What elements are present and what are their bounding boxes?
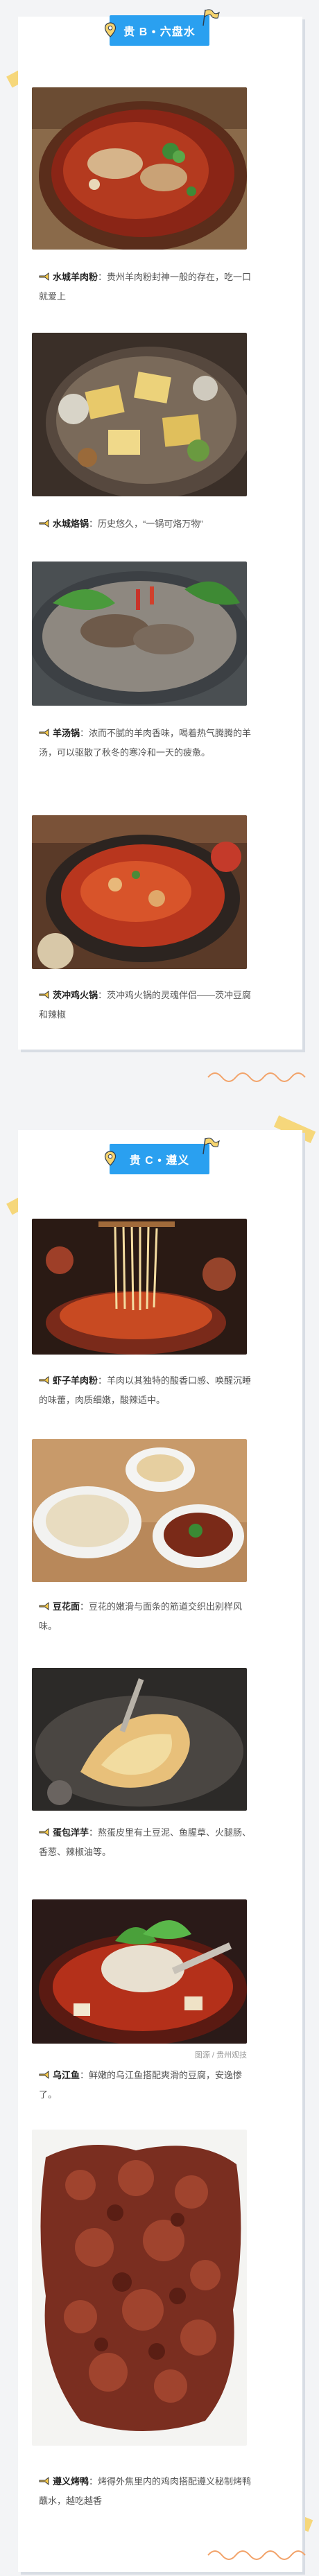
dish-name: 豆花面 [53, 1601, 80, 1612]
dish-name: 遵义烤鸭 [53, 2476, 89, 2487]
caption-item: 羊汤锅：浓而不腻的羊肉香味，喝着热气腾腾的羊汤，可以驱散了秋冬的寒冷和一天的疲惫… [39, 724, 259, 763]
pointing-hand-icon [39, 269, 50, 281]
pointing-hand-icon [39, 725, 50, 738]
wave-decoration [207, 1072, 306, 1082]
photo-wujiang-fish [32, 1899, 247, 2044]
caption-item: 水城羊肉粉：贵州羊肉粉封神一般的存在，吃一口就爱上 [39, 268, 259, 306]
caption-item: 乌江鱼：鲜嫩的乌江鱼搭配爽滑的豆腐，安逸惨了。 [39, 2066, 259, 2105]
pointing-hand-icon [39, 2067, 50, 2080]
dish-desc: ：历史悠久，“一锅可烙万物” [89, 519, 203, 529]
photo-lamb-noodle [32, 87, 247, 250]
photo-egg-potato [32, 1668, 247, 1811]
pointing-hand-icon [39, 2473, 50, 2486]
photo-roast-duck [32, 2130, 247, 2446]
location-pin-icon [103, 22, 118, 37]
photo-chicken-hotpot [32, 815, 247, 969]
dish-name: 水城羊肉粉 [53, 272, 98, 282]
photo-douhua-noodle [32, 1439, 247, 1582]
photo-lamb-soup [32, 562, 247, 706]
caption-item: 豆花面：豆花的嫩滑与面条的筋道交织出别样风味。 [39, 1597, 259, 1636]
dish-name: 茨冲鸡火锅 [53, 990, 98, 1000]
dish-name: 蛋包洋芋 [53, 1827, 89, 1838]
dish-name: 乌江鱼 [53, 2070, 80, 2080]
dish-name: 羊汤锅 [53, 728, 80, 738]
caption-item: 茨冲鸡火锅：茨冲鸡火锅的灵魂伴侣——茨冲豆腐和辣椒 [39, 986, 259, 1025]
flag-icon [201, 1137, 221, 1155]
section-badge: 贵 B • 六盘水 [104, 9, 220, 46]
location-pin-icon [103, 1151, 118, 1166]
dish-name: 水城烙锅 [53, 519, 89, 529]
caption-item: 水城烙锅：历史悠久，“一锅可烙万物” [39, 514, 259, 534]
pointing-hand-icon [39, 1599, 50, 1611]
flag-icon [201, 8, 221, 26]
photo-laoguo [32, 333, 247, 496]
section-badge: 贵 C • 遵义 [104, 1138, 220, 1174]
caption-item: 虾子羊肉粉：羊肉以其独特的酸香口感、唤醒沉睡的味蕾，肉质细嫩，酸辣适中。 [39, 1371, 259, 1410]
pointing-hand-icon [39, 1825, 50, 1837]
pointing-hand-icon [39, 987, 50, 1000]
pointing-hand-icon [39, 1373, 50, 1385]
section-title: 贵 B • 六盘水 [123, 26, 196, 38]
pointing-hand-icon [39, 516, 50, 528]
dish-name: 虾子羊肉粉 [53, 1375, 98, 1386]
photo-xiazi-noodle [32, 1219, 247, 1355]
wave-decoration [207, 2550, 306, 2560]
caption-item: 蛋包洋芋：熬蛋皮里有土豆泥、鱼腥草、火腿肠、香葱、辣椒油等。 [39, 1823, 259, 1862]
section-title: 贵 C • 遵义 [129, 1155, 190, 1167]
image-credit: 图源 / 贵州观技 [194, 2051, 247, 2060]
caption-item: 遵义烤鸭：烤得外焦里内的鸡肉搭配遵义秘制烤鸭蘸水，越吃越香 [39, 2472, 259, 2511]
